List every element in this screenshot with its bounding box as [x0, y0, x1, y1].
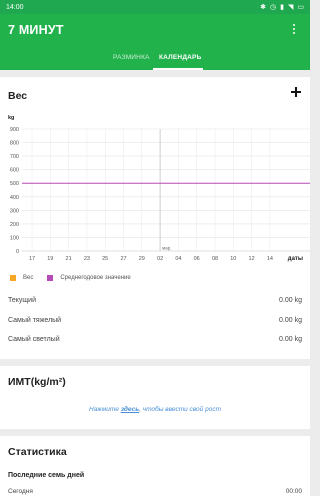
- status-bar: 14:00 ✱ ◷ ▮ ◥ ▭: [0, 0, 310, 14]
- stats-row-today: Сегодня 00:00: [8, 488, 302, 495]
- month-label: мар.: [162, 246, 171, 251]
- tab-indicator: [153, 68, 203, 70]
- x-tick-label: 21: [66, 256, 72, 262]
- weight-card: Вес kg 0 100 200 300 400 500 600 700 800 900 17 19 2…: [0, 77, 310, 359]
- y-tick-label: 800: [10, 141, 19, 147]
- alarm-icon: ◷: [270, 3, 277, 11]
- y-tick-label: 900: [10, 127, 19, 133]
- y-tick-label: 500: [10, 181, 19, 187]
- y-tick-label: 600: [10, 168, 19, 174]
- signal-icon: ▮: [280, 3, 284, 11]
- y-tick-label: 300: [10, 208, 19, 214]
- last-seven-days-title: Последние семь дней: [8, 472, 85, 479]
- chart-legend: Вес Среднегодовое значение: [10, 275, 145, 281]
- plot-area: [22, 129, 310, 251]
- tab-warmup[interactable]: РАЗМИНКА: [113, 54, 150, 61]
- stats-row-value: 00:00: [285, 488, 302, 495]
- x-tick-label: 17: [29, 256, 35, 262]
- weight-chart[interactable]: 0 100 200 300 400 500 600 700 800 900 17 19 21 23 25 27…: [0, 125, 310, 267]
- x-tick-label: 12: [249, 256, 255, 262]
- battery-icon: ▭: [297, 3, 304, 11]
- stats-row-label: Сегодня: [8, 488, 33, 495]
- bmi-title: ИМТ(kg/m²): [8, 376, 66, 388]
- stat-label: Текущий: [8, 297, 36, 304]
- x-tick-label: 08: [212, 256, 218, 262]
- legend-item-weight: Вес: [10, 275, 33, 281]
- bmi-hint-suffix: , чтобы ввести свой рост: [139, 406, 221, 413]
- app-bar: 7 МИНУТ РАЗМИНКА КАЛЕНДАРЬ: [0, 14, 310, 70]
- bluetooth-icon: ✱: [260, 3, 267, 11]
- legend-swatch-weight: [10, 275, 16, 281]
- x-tick-label: 27: [120, 256, 126, 262]
- bmi-hint-prefix: Нажмите: [89, 406, 121, 413]
- stat-value: 0.00 kg: [279, 336, 302, 343]
- stat-label: Самый тяжелый: [8, 317, 62, 324]
- wifi-icon: ◥: [287, 3, 294, 11]
- y-tick-label: 0: [16, 249, 19, 255]
- x-tick-label: 02: [157, 256, 163, 262]
- stat-row-lightest: Самый светлый 0.00 kg: [8, 336, 302, 343]
- y-tick-label: 400: [10, 195, 19, 201]
- tab-calendar[interactable]: КАЛЕНДАРЬ: [159, 54, 201, 61]
- y-tick-label: 100: [10, 235, 19, 241]
- legend-item-average: Среднегодовое значение: [47, 275, 131, 281]
- enter-height-link[interactable]: здесь: [121, 406, 139, 413]
- weight-title: Вес: [8, 90, 28, 102]
- stat-value: 0.00 kg: [279, 297, 302, 304]
- legend-label-weight: Вес: [23, 275, 34, 281]
- stat-row-current: Текущий 0.00 kg: [8, 297, 302, 304]
- bmi-hint: Нажмите здесь, чтобы ввести свой рост: [0, 406, 310, 413]
- status-icons: ✱ ◷ ▮ ◥ ▭: [260, 4, 304, 11]
- x-tick-label: 04: [175, 256, 181, 262]
- legend-label-average: Среднегодовое значение: [60, 275, 131, 281]
- y-tick-label: 700: [10, 154, 19, 160]
- bmi-card: ИМТ(kg/m²) Нажмите здесь, чтобы ввести с…: [0, 366, 310, 429]
- more-menu-icon[interactable]: [289, 22, 299, 36]
- stat-value: 0.00 kg: [279, 317, 302, 324]
- x-tick-label: 06: [194, 256, 200, 262]
- x-tick-label: 29: [139, 256, 145, 262]
- chart-unit-label: kg: [8, 115, 15, 121]
- status-time: 14:00: [6, 3, 24, 11]
- legend-swatch-average: [47, 275, 54, 281]
- stat-label: Самый светлый: [8, 336, 60, 343]
- statistics-card: Статистика Последние семь дней Сегодня 0…: [0, 436, 310, 496]
- x-tick-label: 14: [267, 256, 273, 262]
- add-weight-icon[interactable]: [291, 87, 301, 97]
- x-tick-label: 25: [102, 256, 108, 262]
- stat-row-heaviest: Самый тяжелый 0.00 kg: [8, 317, 302, 324]
- x-tick-label: 19: [47, 256, 53, 262]
- x-axis-label: даты: [288, 256, 303, 262]
- statistics-title: Статистика: [8, 446, 67, 458]
- tab-bar: РАЗМИНКА КАЛЕНДАРЬ: [0, 50, 310, 70]
- x-tick-label: 10: [230, 256, 236, 262]
- x-tick-label: 23: [84, 256, 90, 262]
- app-title: 7 МИНУТ: [8, 23, 64, 37]
- y-tick-label: 200: [10, 222, 19, 228]
